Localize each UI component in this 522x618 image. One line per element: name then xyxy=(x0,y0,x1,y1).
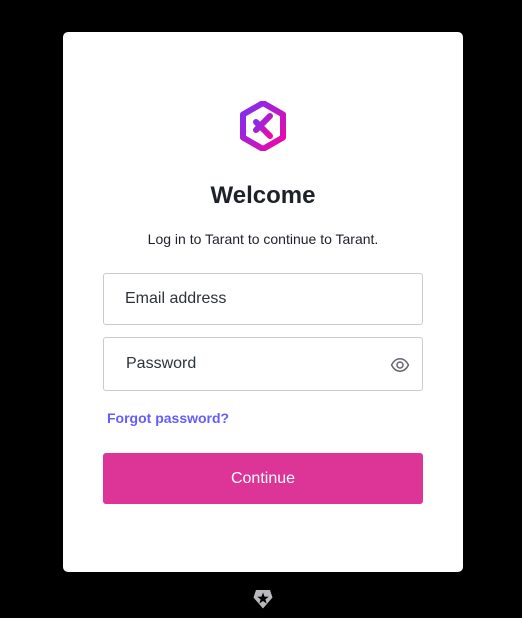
tarant-logo-icon xyxy=(240,101,286,151)
eye-icon[interactable] xyxy=(390,355,410,375)
password-field-container xyxy=(103,337,423,391)
login-card: Welcome Log in to Tarant to continue to … xyxy=(63,32,463,572)
continue-button[interactable]: Continue xyxy=(103,453,423,504)
auth0-shield-icon xyxy=(253,590,273,609)
password-field[interactable] xyxy=(104,338,422,390)
page-title: Welcome xyxy=(210,182,316,209)
forgot-password-link[interactable]: Forgot password? xyxy=(107,410,229,426)
email-field-container xyxy=(103,273,423,325)
login-subtitle: Log in to Tarant to continue to Tarant. xyxy=(147,231,379,247)
email-field[interactable] xyxy=(104,274,422,324)
